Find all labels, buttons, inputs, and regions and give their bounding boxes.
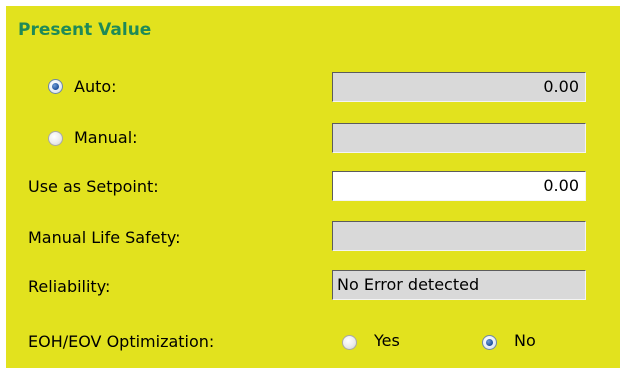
optimization-yes-radio[interactable] (342, 335, 357, 350)
auto-radio[interactable] (48, 79, 63, 94)
optimization-no-radio[interactable] (482, 335, 497, 350)
optimization-yes-label: Yes (374, 331, 400, 350)
manual-radio[interactable] (48, 131, 63, 146)
reliability-field: No Error detected (332, 270, 586, 300)
setpoint-input[interactable]: 0.00 (332, 171, 586, 201)
setpoint-label: Use as Setpoint: (28, 177, 159, 196)
auto-label: Auto: (74, 77, 117, 96)
manual-label: Manual: (74, 128, 138, 147)
auto-value-field: 0.00 (332, 72, 586, 102)
present-value-panel: Present Value Auto: 0.00 Manual: Use as … (6, 6, 620, 368)
life-safety-field (332, 221, 586, 251)
optimization-label: EOH/EOV Optimization: (28, 332, 215, 351)
optimization-no-label: No (514, 331, 536, 350)
section-title: Present Value (18, 20, 152, 40)
life-safety-label: Manual Life Safety: (28, 228, 181, 247)
reliability-label: Reliability: (28, 277, 111, 296)
manual-value-field (332, 123, 586, 153)
